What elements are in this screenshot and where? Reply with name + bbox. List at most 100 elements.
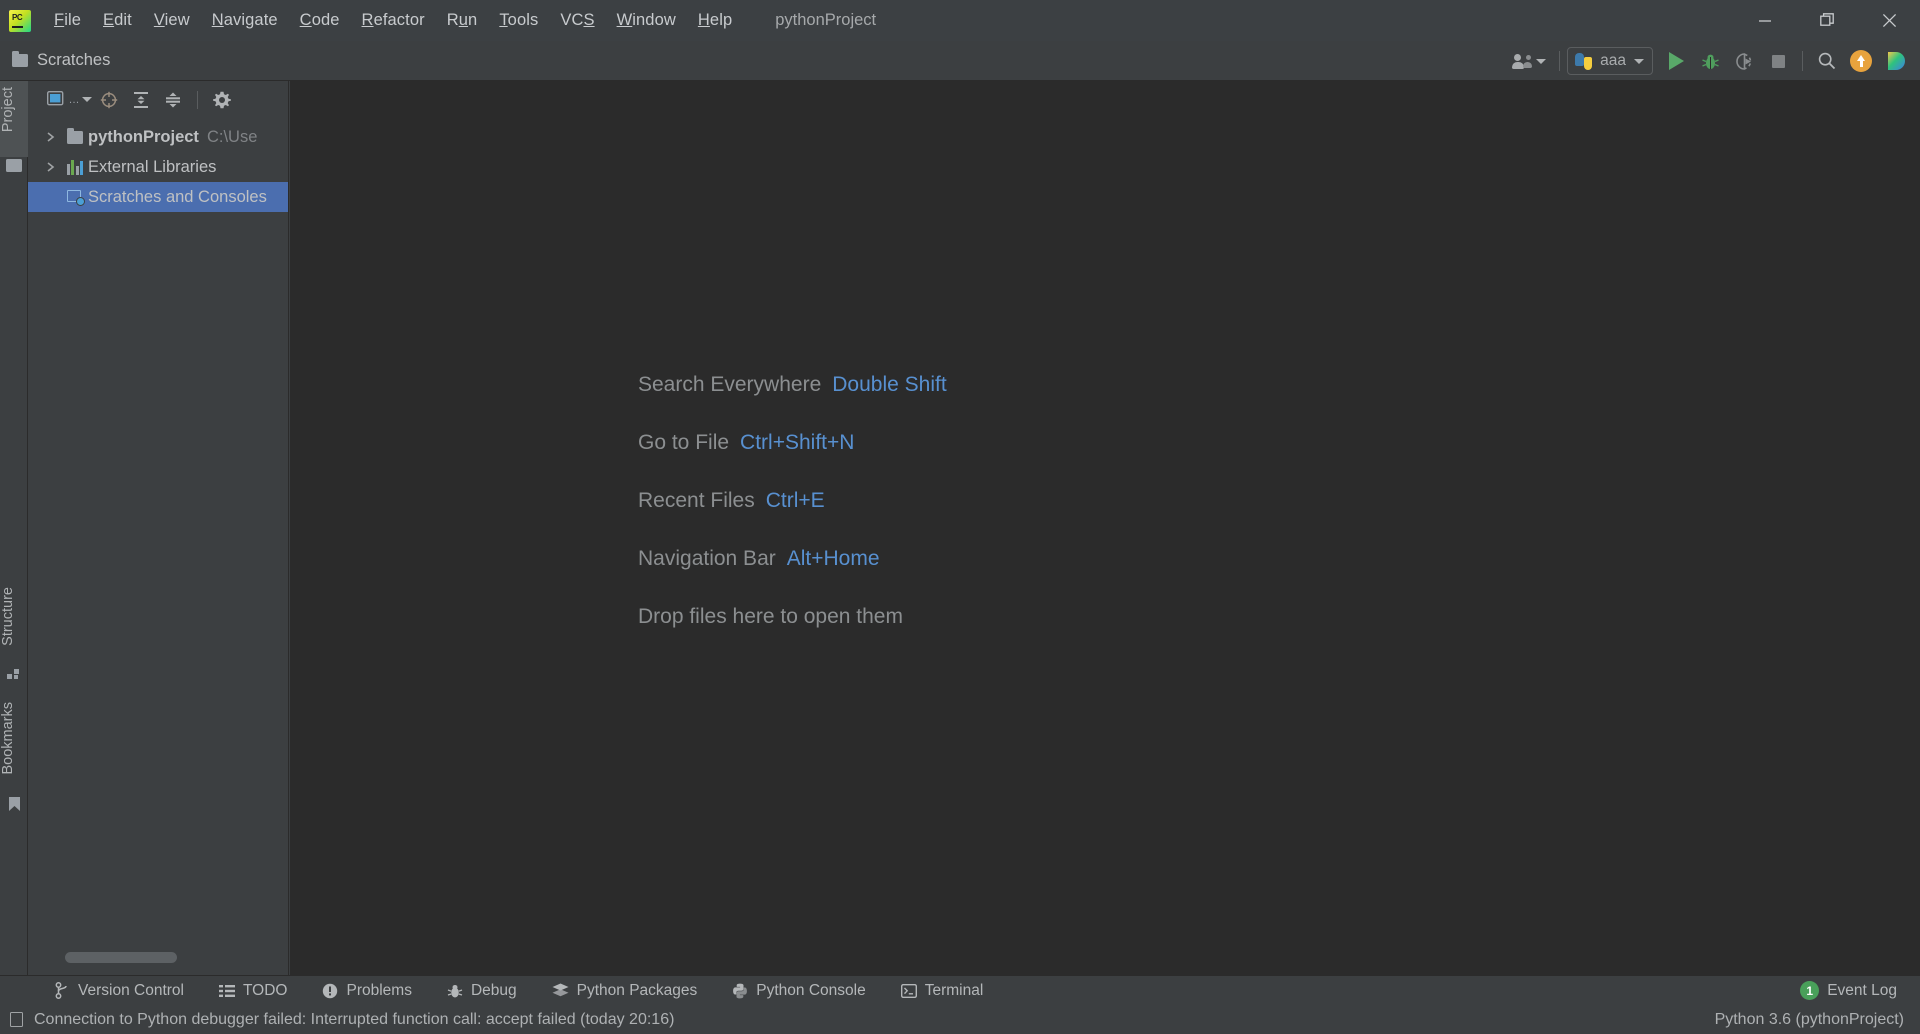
menu-item-file[interactable]: File [43,9,92,32]
panel-divider [197,90,198,109]
project-view-selector-button[interactable]: … [46,87,92,113]
horizontal-scrollbar[interactable] [65,952,177,963]
account-button[interactable] [1506,46,1552,76]
editor-hint-shortcut: Alt+Home [786,547,880,570]
terminal-icon [900,983,917,998]
run-icon [1668,52,1684,70]
bottom-tool-problems[interactable]: Problems [311,978,422,1004]
editor-hint-row: Navigation Bar Alt+Home [638,530,947,588]
editor-hint-label: Navigation Bar [638,547,776,570]
event-log-item[interactable]: 1 Event Log [1789,978,1908,1004]
editor-hints: Search Everywhere Double Shift Go to File C… [638,356,947,646]
toolbar-actions: aaa [1506,41,1912,81]
toolbar-divider [1802,51,1803,71]
menu-item-refactor[interactable]: Refactor [351,9,436,32]
folder-icon [62,127,88,144]
menu-item-help[interactable]: Help [687,9,743,32]
bookmark-icon [8,796,21,812]
python-icon [732,983,748,999]
window-title: pythonProject [775,11,877,29]
folder-icon [12,51,28,67]
editor-hint-row: Search Everywhere Double Shift [638,356,947,414]
stop-icon [1771,54,1785,68]
run-with-coverage-button[interactable] [1727,46,1761,76]
bottom-tool-todo[interactable]: TODO [208,978,299,1004]
sidebar-item-project-label: Project [0,87,16,133]
ai-assistant-button[interactable] [1878,46,1912,76]
bottom-tool-python-packages[interactable]: Python Packages [541,978,709,1004]
debug-button[interactable] [1693,46,1727,76]
ai-assistant-icon [1888,52,1905,70]
tree-row-label: pythonProject [88,127,199,146]
event-log-count: 1 [1800,981,1820,1000]
menu-item-edit[interactable]: Edit [92,9,143,32]
menu-item-code[interactable]: Code [289,9,351,32]
event-log-label: Event Log [1827,981,1897,999]
menu-item-vcs[interactable]: VCS [549,9,605,32]
bottom-tool-buttons: Version Control TODO Problems Debug Python P… [44,978,994,1004]
main-toolbar: Scratches aaa [0,41,1920,81]
project-tool-window: … pythonProject C:\Use External Librarie… [28,81,289,975]
event-log-button[interactable]: 1 Event Log [1789,978,1908,1004]
editor-hint-row: Drop files here to open them [638,588,947,646]
editor-hint-row: Go to File Ctrl+Shift+N [638,414,947,472]
bottom-tool-label: Version Control [78,981,184,999]
run-configuration-selector[interactable]: aaa [1567,47,1653,75]
menu-item-view[interactable]: View [143,9,201,32]
tree-row[interactable]: pythonProject C:\Use [28,122,288,152]
libraries-icon [62,159,88,175]
run-configuration-name: aaa [1600,52,1626,69]
run-button[interactable] [1659,46,1693,76]
tree-row[interactable]: External Libraries [28,152,288,182]
sidebar-item-bookmarks[interactable]: Bookmarks [0,696,28,790]
editor-hint-label: Recent Files [638,489,755,512]
close-button[interactable] [1858,0,1920,41]
maximize-restore-button[interactable] [1796,0,1858,41]
search-everywhere-button[interactable] [1810,46,1844,76]
stop-button[interactable] [1761,46,1795,76]
notification-icon[interactable] [10,1012,23,1027]
chevron-right-icon[interactable] [38,161,62,173]
sidebar-item-structure[interactable]: Structure [0,581,28,663]
scratches-icon [62,189,88,206]
breadcrumb[interactable]: Scratches [12,51,110,70]
project-panel-toolbar: … [28,81,288,118]
sidebar-item-project[interactable]: Project [0,81,28,157]
menu-item-run[interactable]: Run [436,9,489,32]
update-project-button[interactable] [1844,46,1878,76]
editor-hint-shortcut: Double Shift [832,373,947,396]
python-icon [1575,52,1593,70]
chevron-right-icon[interactable] [38,131,62,143]
minimize-button[interactable] [1734,0,1796,41]
bottom-tool-python-console[interactable]: Python Console [721,978,876,1004]
interpreter-indicator[interactable]: Python 3.6 (pythonProject) [1715,1011,1904,1029]
toolbar-divider [1559,51,1561,71]
project-options-button[interactable] [207,87,237,113]
bottom-tool-terminal[interactable]: Terminal [890,978,995,1004]
tree-row[interactable]: Scratches and Consoles [28,182,288,212]
bottom-tool-label: Problems [346,981,412,999]
tree-row-label: Scratches and Consoles [88,187,267,206]
bottom-tool-label: TODO [242,981,288,999]
bottom-tool-label: Terminal [924,981,984,999]
sidebar-item-structure-label: Structure [0,587,16,646]
select-opened-file-button[interactable] [94,87,124,113]
collapse-all-icon [166,92,180,107]
expand-all-icon [134,91,148,108]
bottom-tool-label: Python Console [756,981,866,999]
expand-all-button[interactable] [126,87,156,113]
branch-icon [55,982,70,999]
bottom-tool-version-control[interactable]: Version Control [44,978,195,1004]
exclamation-icon [322,983,338,999]
menu-item-navigate[interactable]: Navigate [201,9,289,32]
collapse-all-button[interactable] [158,87,188,113]
sidebar-item-bookmarks-label: Bookmarks [0,702,16,775]
menu-item-tools[interactable]: Tools [488,9,549,32]
left-tool-stripe: Project Structure Bookmarks [0,81,28,975]
update-icon [1850,50,1872,72]
editor-hint-label: Search Everywhere [638,373,822,396]
bug-icon [1701,54,1719,69]
menu-item-window[interactable]: Window [606,9,687,32]
bottom-tool-debug[interactable]: Debug [436,978,528,1004]
structure-icon [7,669,21,681]
